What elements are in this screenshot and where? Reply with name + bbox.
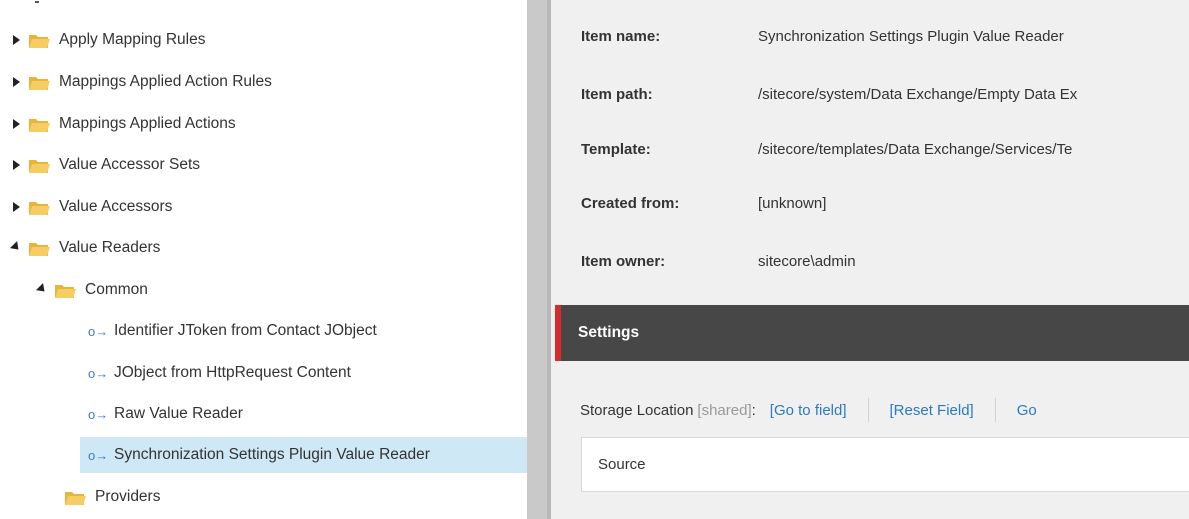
tree-item-label: Synchronization Settings Plugin Value Re… bbox=[114, 446, 430, 463]
link-divider bbox=[994, 398, 996, 422]
tree-item-mappings-applied-actions[interactable]: Mappings Applied Actions bbox=[8, 107, 236, 141]
expand-arrow-icon[interactable] bbox=[8, 35, 24, 45]
item-owner-label: Item owner: bbox=[581, 252, 666, 270]
content-tree: Apply Mapping Rules Mappings Applied Act… bbox=[0, 0, 527, 519]
tree-item-common[interactable]: Common bbox=[34, 273, 148, 307]
settings-section-header[interactable]: Settings bbox=[555, 305, 1189, 361]
item-details-panel: Item name: Synchronization Settings Plug… bbox=[551, 0, 1189, 519]
tree-item-providers[interactable]: Providers bbox=[64, 480, 160, 514]
storage-location-field-header: Storage Location [shared] : [Go to field… bbox=[580, 398, 1037, 422]
key-icon: o→ bbox=[88, 365, 109, 381]
expand-arrow-icon[interactable] bbox=[8, 160, 24, 170]
shared-badge: [shared] bbox=[697, 401, 752, 419]
folder-icon bbox=[65, 491, 86, 505]
field-name: Storage Location bbox=[580, 401, 694, 419]
item-path-row: Item path: /sitecore/system/Data Exchang… bbox=[581, 82, 1077, 106]
created-from-value: [unknown] bbox=[758, 194, 827, 212]
template-label: Template: bbox=[581, 140, 651, 158]
storage-location-select[interactable]: Source bbox=[581, 437, 1189, 492]
tree-item-label: Identifier JToken from Contact JObject bbox=[114, 322, 377, 339]
item-owner-value: sitecore\admin bbox=[758, 252, 856, 270]
folder-icon bbox=[55, 284, 76, 298]
tree-item-label: Mappings Applied Action Rules bbox=[59, 73, 272, 90]
item-path-label: Item path: bbox=[581, 85, 653, 103]
folder-icon bbox=[29, 159, 50, 173]
tree-item-value-readers[interactable]: Value Readers bbox=[8, 231, 160, 265]
storage-location-value: Source bbox=[598, 456, 646, 473]
tree-item-label: Raw Value Reader bbox=[114, 405, 243, 422]
item-name-row: Item name: Synchronization Settings Plug… bbox=[581, 24, 1064, 48]
key-icon: o→ bbox=[88, 406, 109, 422]
folder-icon bbox=[29, 34, 50, 48]
item-owner-row: Item owner: sitecore\admin bbox=[581, 249, 856, 273]
tree-item-label: JObject from HttpRequest Content bbox=[114, 364, 351, 381]
section-accent bbox=[555, 305, 561, 361]
folder-icon bbox=[29, 242, 50, 256]
tree-item-mappings-applied-action-rules[interactable]: Mappings Applied Action Rules bbox=[8, 65, 272, 99]
item-name-label: Item name: bbox=[581, 27, 661, 45]
tree-item-raw-value-reader[interactable]: o→ Raw Value Reader bbox=[80, 397, 243, 431]
go-link[interactable]: Go bbox=[1017, 402, 1037, 419]
item-name-value: Synchronization Settings Plugin Value Re… bbox=[758, 27, 1064, 45]
tree-item-jobject-httprequest[interactable]: o→ JObject from HttpRequest Content bbox=[80, 356, 351, 390]
tree-item-label: Common bbox=[85, 281, 148, 298]
field-colon: : bbox=[751, 401, 756, 419]
link-divider bbox=[867, 398, 869, 422]
tree-item-value-accessor-sets[interactable]: Value Accessor Sets bbox=[8, 148, 200, 182]
folder-icon bbox=[29, 76, 50, 90]
reset-field-link[interactable]: [Reset Field] bbox=[890, 402, 974, 419]
folder-icon bbox=[29, 201, 50, 215]
tree-item-label: Providers bbox=[95, 488, 161, 505]
key-icon: o→ bbox=[88, 447, 109, 463]
collapse-arrow-icon[interactable] bbox=[8, 240, 24, 253]
pane-splitter[interactable] bbox=[527, 0, 551, 519]
section-title: Settings bbox=[578, 324, 640, 341]
expand-arrow-icon[interactable] bbox=[8, 119, 24, 129]
created-from-label: Created from: bbox=[581, 194, 680, 212]
tree-item-label: Mappings Applied Actions bbox=[59, 115, 236, 132]
tree-item-label: Value Accessor Sets bbox=[59, 156, 201, 173]
template-value: /sitecore/templates/Data Exchange/Servic… bbox=[758, 140, 1073, 158]
tree-scroll-indicator bbox=[35, 1, 39, 3]
item-path-value: /sitecore/system/Data Exchange/Empty Dat… bbox=[758, 85, 1078, 103]
expand-arrow-icon[interactable] bbox=[8, 77, 24, 87]
tree-item-label: Apply Mapping Rules bbox=[59, 31, 206, 48]
template-row: Template: /sitecore/templates/Data Excha… bbox=[581, 137, 1072, 161]
collapse-arrow-icon[interactable] bbox=[34, 282, 50, 295]
go-to-field-link[interactable]: [Go to field] bbox=[770, 402, 847, 419]
tree-item-identifier-jtoken[interactable]: o→ Identifier JToken from Contact JObjec… bbox=[80, 314, 377, 348]
tree-item-apply-mapping-rules[interactable]: Apply Mapping Rules bbox=[8, 23, 205, 57]
tree-item-sync-settings-plugin-value-reader[interactable]: o→ Synchronization Settings Plugin Value… bbox=[80, 437, 527, 473]
tree-item-label: Value Readers bbox=[59, 239, 161, 256]
expand-arrow-icon[interactable] bbox=[8, 202, 24, 212]
tree-item-value-accessors[interactable]: Value Accessors bbox=[8, 190, 172, 224]
key-icon: o→ bbox=[88, 323, 109, 339]
folder-icon bbox=[29, 118, 50, 132]
tree-item-label: Value Accessors bbox=[59, 198, 173, 215]
created-from-row: Created from: [unknown] bbox=[581, 191, 826, 215]
